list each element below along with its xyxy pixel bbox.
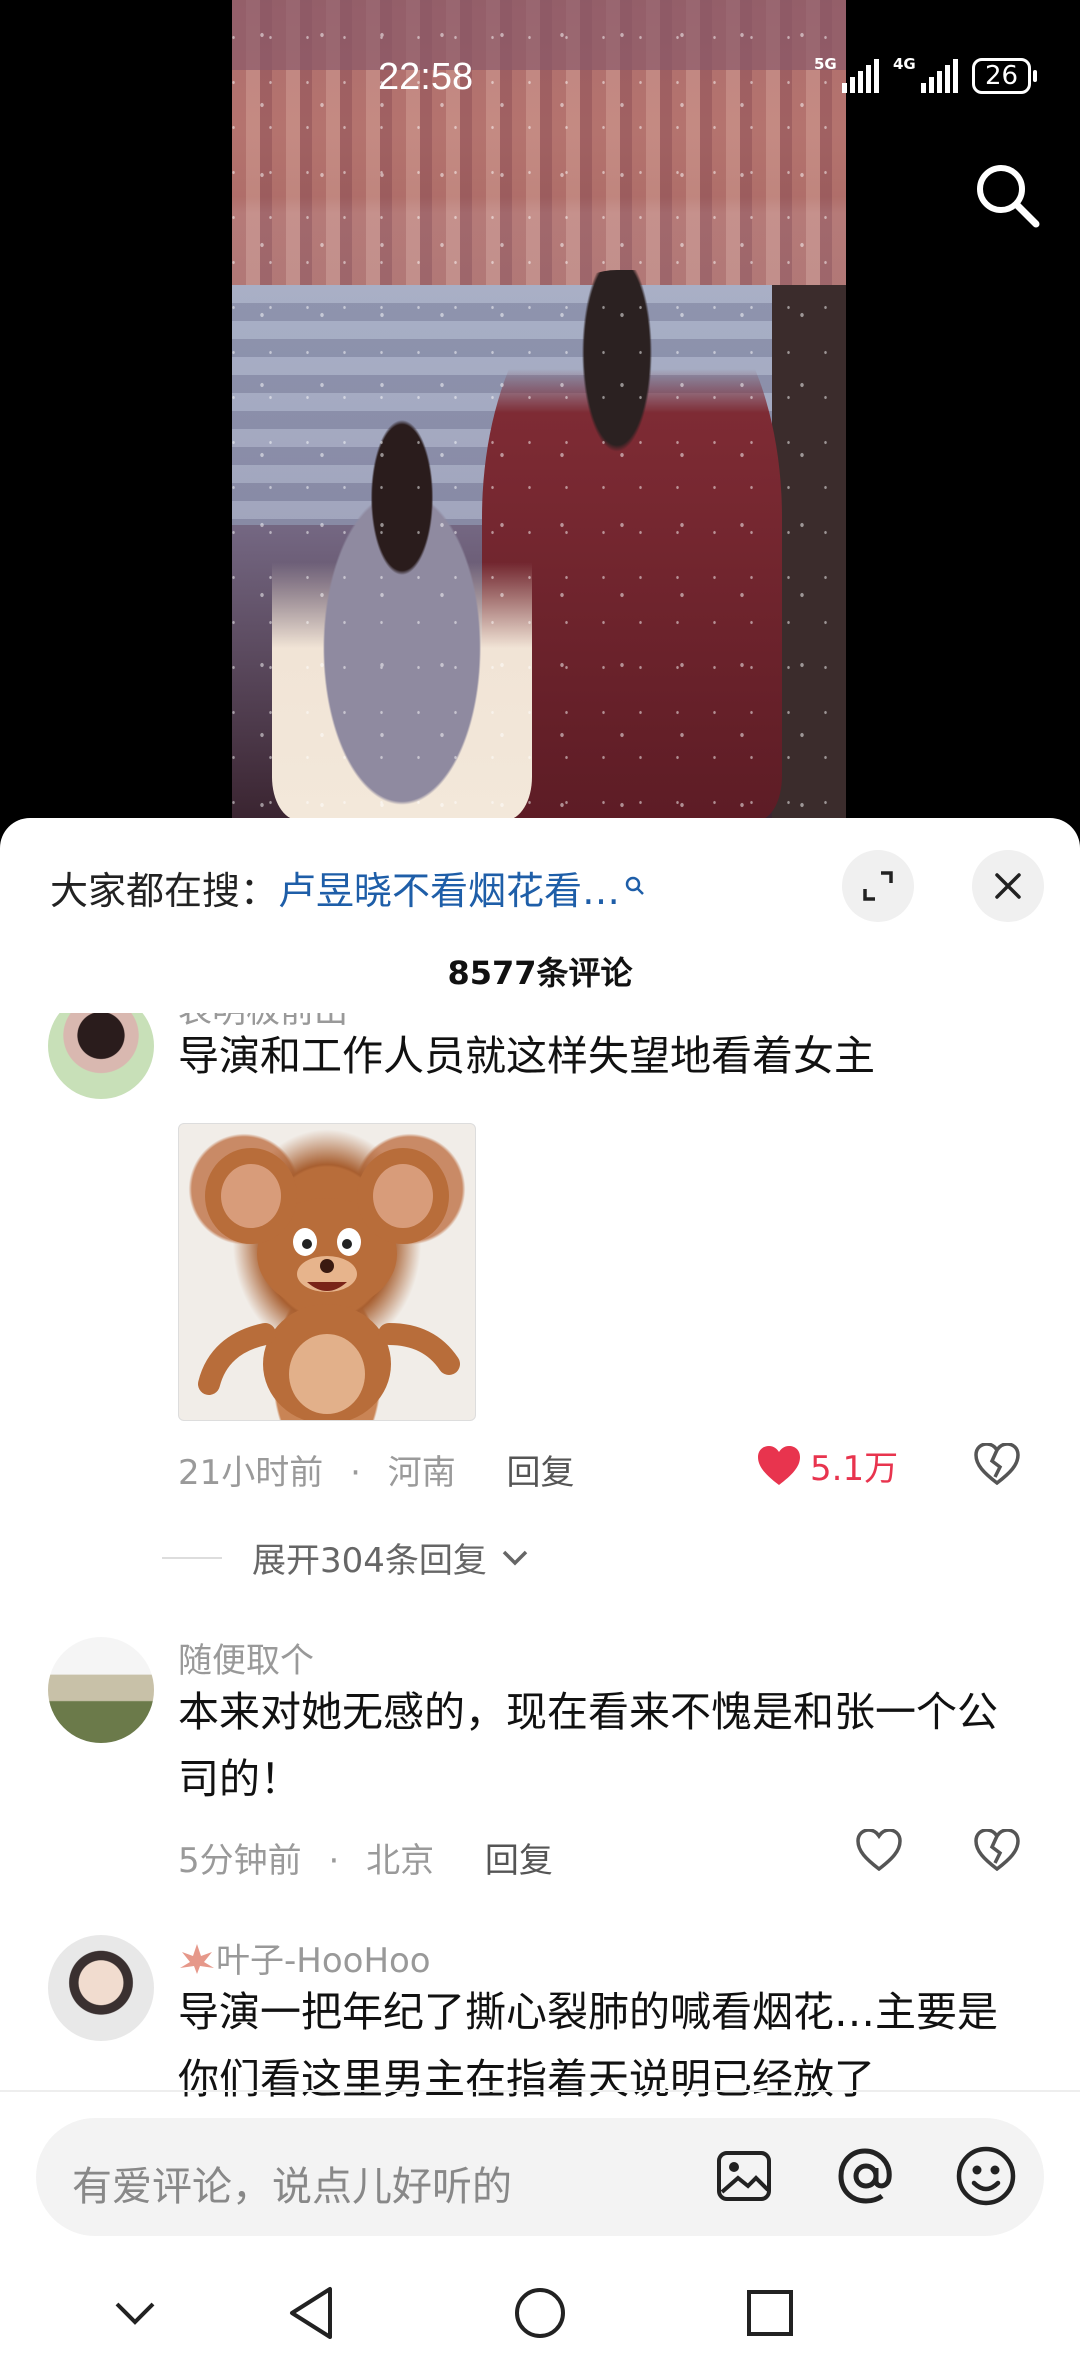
emoji-icon[interactable] bbox=[950, 2140, 1022, 2212]
avatar[interactable] bbox=[48, 1637, 154, 1743]
broken-heart-icon bbox=[974, 1828, 1020, 1872]
avatar[interactable] bbox=[48, 1935, 154, 2041]
like-button[interactable]: 5.1万 bbox=[756, 1441, 898, 1490]
comment-sticker-image[interactable] bbox=[178, 1123, 476, 1421]
video-player[interactable] bbox=[0, 0, 1080, 840]
signal-5g-label: 5G bbox=[814, 55, 837, 73]
battery-icon: 26 bbox=[972, 58, 1038, 94]
avatar[interactable] bbox=[48, 1013, 154, 1099]
comment-username-text: 叶子-HooHoo bbox=[216, 1941, 431, 1981]
signal-5g-icon: 5G bbox=[814, 55, 879, 93]
at-icon[interactable] bbox=[830, 2140, 902, 2212]
chevron-down-icon[interactable] bbox=[100, 2278, 170, 2348]
system-nav-bar bbox=[0, 2250, 1080, 2376]
dislike-button[interactable] bbox=[974, 1828, 1020, 1875]
dislike-button[interactable] bbox=[974, 1442, 1020, 1489]
comment-username[interactable]: 叶子-HooHoo bbox=[178, 1933, 431, 1982]
image-icon[interactable] bbox=[708, 2140, 780, 2212]
comment-text: 导演一把年纪了撕心裂肺的喊看烟花…主要是你们看这里男主在指着天说明已经放了 bbox=[178, 1988, 998, 2103]
comment-location: 北京 bbox=[366, 1841, 435, 1881]
like-count: 5.1万 bbox=[810, 1449, 899, 1489]
comment-username[interactable]: 随便取个 bbox=[178, 1633, 314, 1682]
comment-count: 8577条评论 bbox=[447, 954, 633, 992]
comment-list[interactable]: 表明极前出 导演和工作人员就这样失望地看着女主 bbox=[0, 1013, 1080, 2283]
meta-dot: · bbox=[350, 1453, 361, 1493]
reply-button[interactable]: 回复 bbox=[507, 1453, 575, 1493]
comment-sheet: 大家都在搜：卢昱晓不看烟花看… 8577条评论 表明极前出 导演和工作人员就这样… bbox=[0, 818, 1080, 2376]
home-icon[interactable] bbox=[505, 2278, 575, 2348]
comment-input[interactable]: 有爱评论，说点儿好听的 bbox=[36, 2118, 1044, 2236]
comment-time: 5分钟前 bbox=[178, 1841, 302, 1881]
like-button[interactable] bbox=[856, 1829, 902, 1871]
search-icon[interactable] bbox=[972, 160, 1042, 230]
signal-4g-label: 4G bbox=[893, 55, 916, 73]
comment-input-placeholder[interactable]: 有爱评论，说点儿好听的 bbox=[72, 2154, 512, 2212]
heart-filled-icon bbox=[758, 1445, 800, 1485]
meta-dot: · bbox=[328, 1841, 340, 1881]
expand-replies-button[interactable]: 展开304条回复 bbox=[162, 1533, 529, 1582]
close-icon[interactable] bbox=[972, 850, 1044, 922]
signal-4g-icon: 4G bbox=[893, 55, 958, 93]
trending-keyword[interactable]: 卢昱晓不看烟花看… bbox=[278, 869, 620, 913]
broken-heart-icon bbox=[974, 1442, 1020, 1486]
comment-text: 本来对她无感的，现在看来不愧是和张一个公司的！ bbox=[178, 1688, 998, 1803]
comment-meta: 21小时前 · 河南 回复 bbox=[178, 1445, 575, 1494]
battery-level: 26 bbox=[985, 61, 1019, 91]
status-icons: 5G 4G 26 bbox=[814, 55, 1038, 94]
comment-time: 21小时前 bbox=[178, 1453, 324, 1493]
expand-icon[interactable] bbox=[842, 850, 914, 922]
heart-outline-icon bbox=[856, 1829, 902, 1871]
leaf-icon bbox=[180, 1944, 214, 1974]
comment-text: 导演和工作人员就这样失望地看着女主 bbox=[178, 1032, 875, 1080]
expand-divider bbox=[162, 1556, 222, 1559]
recents-icon[interactable] bbox=[735, 2278, 805, 2348]
chevron-down-icon bbox=[502, 1550, 528, 1565]
status-time: 22:58 bbox=[378, 56, 474, 98]
expand-replies-label: 展开304条回复 bbox=[252, 1541, 487, 1581]
back-icon[interactable] bbox=[276, 2278, 346, 2348]
trending-search[interactable]: 大家都在搜：卢昱晓不看烟花看… bbox=[50, 860, 646, 915]
comment-meta: 5分钟前 · 北京 回复 bbox=[178, 1833, 553, 1882]
input-divider bbox=[0, 2090, 1080, 2092]
trending-prefix: 大家都在搜： bbox=[50, 869, 279, 913]
comment-location: 河南 bbox=[387, 1453, 456, 1493]
reply-button[interactable]: 回复 bbox=[485, 1841, 553, 1881]
video-frame[interactable] bbox=[232, 0, 846, 820]
trending-search-icon bbox=[624, 862, 646, 906]
video-snow bbox=[232, 0, 846, 820]
